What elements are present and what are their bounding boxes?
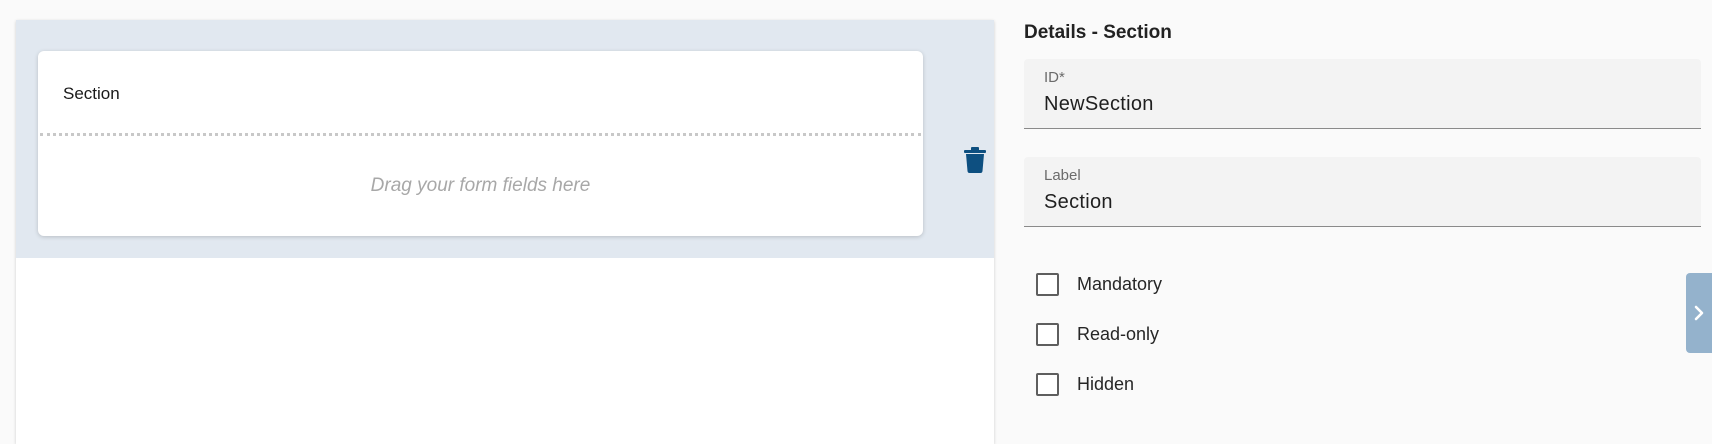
- hidden-label: Hidden: [1077, 373, 1135, 394]
- mandatory-label: Mandatory: [1077, 273, 1163, 294]
- mandatory-checkbox-row[interactable]: Mandatory: [1036, 271, 1162, 297]
- hidden-checkbox-row[interactable]: Hidden: [1036, 371, 1134, 397]
- label-field-value[interactable]: Section: [1044, 191, 1113, 214]
- expand-panel-button[interactable]: [1686, 273, 1712, 353]
- id-field-value[interactable]: NewSection: [1044, 93, 1154, 116]
- label-field-caption: Label: [1044, 167, 1081, 184]
- section-divider: [40, 133, 921, 136]
- section-card[interactable]: Section Drag your form fields here: [38, 51, 923, 236]
- section-title: Section: [63, 84, 120, 103]
- label-field[interactable]: Label Section: [1024, 157, 1701, 227]
- read-only-label: Read-only: [1077, 323, 1160, 344]
- details-title: Details - Section: [1024, 22, 1172, 43]
- id-field-caption: ID*: [1044, 69, 1065, 86]
- form-canvas: Section Drag your form fields here: [16, 20, 994, 444]
- read-only-checkbox[interactable]: [1036, 322, 1059, 346]
- hidden-checkbox[interactable]: [1036, 372, 1059, 396]
- id-field[interactable]: ID* NewSection: [1024, 59, 1701, 129]
- delete-section-button[interactable]: [963, 147, 987, 173]
- mandatory-checkbox[interactable]: [1036, 272, 1059, 296]
- trash-icon: [964, 147, 986, 173]
- drop-hint: Drag your form fields here: [370, 175, 591, 196]
- section-drop-zone[interactable]: Section Drag your form fields here: [16, 20, 994, 258]
- chevron-right-icon: [1694, 305, 1704, 321]
- read-only-checkbox-row[interactable]: Read-only: [1036, 321, 1159, 347]
